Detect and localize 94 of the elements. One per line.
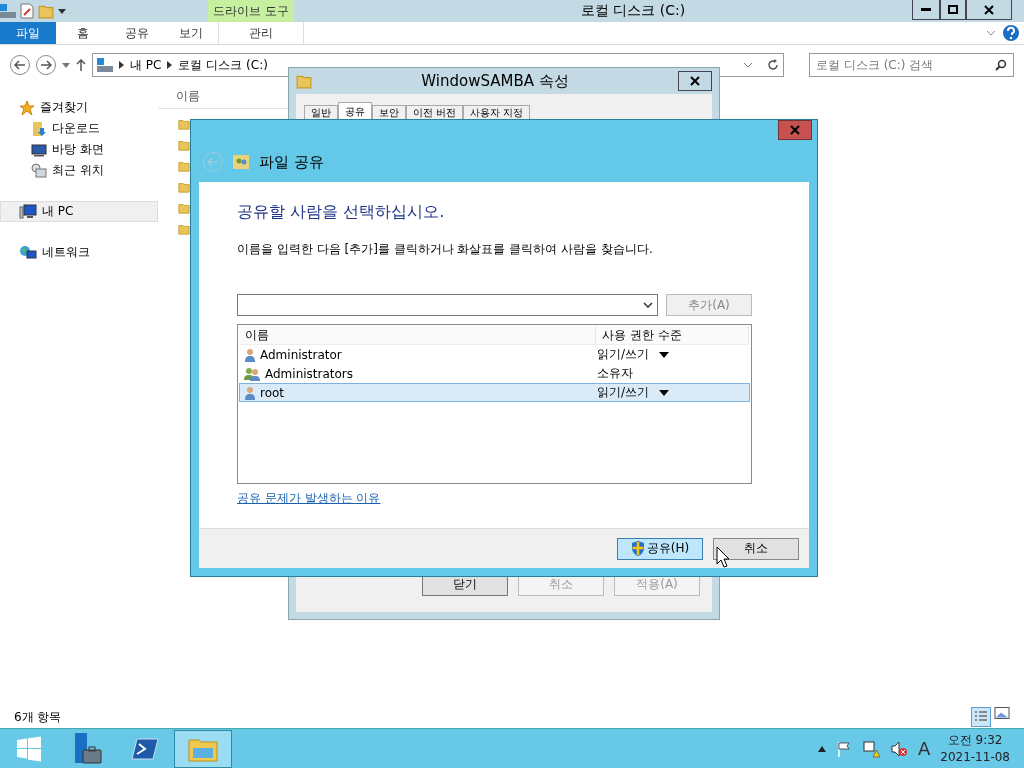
new-folder-icon (38, 3, 54, 19)
caret-down-icon (58, 7, 66, 15)
restore-icon (948, 5, 958, 14)
speaker-muted-icon (889, 739, 908, 758)
folder-icon (178, 223, 190, 235)
caret-up-icon (817, 745, 826, 752)
drive-icon (0, 3, 16, 19)
table-row[interactable]: Administrator 읽기/쓰기 (239, 345, 750, 364)
folder-icon (178, 181, 190, 193)
nav-item[interactable]: 다운로드 (0, 118, 158, 139)
mouse-cursor (716, 546, 729, 568)
flag-icon (835, 740, 852, 757)
up-arrow-icon (76, 59, 86, 71)
folder-icon (178, 118, 190, 130)
folder-icon (296, 73, 312, 89)
context-tab-group: 드라이브 도구 (208, 0, 294, 22)
forward-button[interactable] (36, 55, 56, 75)
download-folder-icon (31, 120, 47, 137)
dialog-heading: 공유할 사람을 선택하십시오. (237, 202, 446, 223)
ribbon-tab[interactable]: 파일 (0, 22, 56, 44)
nav-item[interactable]: 네트워크 (0, 242, 158, 263)
back-button[interactable] (10, 55, 30, 75)
breadcrumb-item[interactable]: 로컬 디스크 (C:) (178, 56, 268, 74)
close-icon (790, 125, 800, 135)
clock[interactable]: 오전 9:32 2021-11-08 (940, 731, 1010, 766)
permission-level: 소유자 (597, 365, 633, 382)
cancel-button[interactable]: 취소 (713, 537, 799, 560)
windows-logo-icon (16, 735, 42, 762)
drive-icon (97, 57, 113, 73)
table-row[interactable]: Administrators 소유자 (239, 364, 750, 383)
input-method-indicator[interactable]: A (917, 738, 931, 759)
dialog-title: 파일 공유 (259, 152, 324, 172)
permission-level: 읽기/쓰기 (597, 384, 650, 401)
close-icon (690, 76, 700, 86)
close-icon (984, 4, 994, 15)
status-text: 6개 항목 (14, 708, 62, 726)
ribbon-tab[interactable]: 관리 (218, 22, 304, 44)
permission-level: 읽기/쓰기 (597, 346, 650, 363)
folder-icon (178, 139, 190, 151)
computer-icon (19, 203, 37, 220)
powershell-icon (131, 736, 159, 761)
close-button[interactable] (678, 71, 712, 91)
network-warning-icon (861, 739, 880, 758)
table-row[interactable]: root 읽기/쓰기 (239, 383, 750, 402)
nav-item[interactable]: 바탕 화면 (0, 139, 158, 160)
details-view-icon (971, 707, 991, 727)
help-link[interactable]: 공유 문제가 발생하는 이유 (237, 490, 381, 507)
tab[interactable]: 공유 (338, 102, 372, 120)
search-icon (995, 59, 1007, 71)
minimize-button[interactable] (912, 0, 940, 20)
user-icon (244, 347, 256, 362)
refresh-icon (767, 59, 779, 71)
instruction-text: 이름을 입력한 다음 [추가]를 클릭하거나 화살표를 클릭하여 사람을 찾습니다. (237, 241, 654, 258)
clock-date: 2021-11-08 (940, 748, 1010, 766)
monitor-icon (31, 142, 47, 157)
nav-item[interactable]: 내 PC (0, 201, 158, 222)
recent-places-icon (31, 162, 47, 179)
user-name: root (260, 385, 285, 400)
clock-time: 오전 9:32 (947, 731, 1003, 749)
nav-item[interactable]: 최근 위치 (0, 160, 158, 181)
folder-icon (178, 202, 190, 214)
user-name: Administrator (260, 347, 342, 362)
column-header[interactable]: 사용 권한 수준 (596, 326, 749, 344)
folder-icon (178, 160, 190, 172)
name-combo-box[interactable] (237, 294, 658, 316)
help-icon (1002, 24, 1020, 42)
right-arrow-icon (40, 60, 52, 70)
user-group-icon (244, 366, 261, 381)
nav-item[interactable]: 즐겨찾기 (0, 97, 158, 118)
column-header[interactable]: 이름 (239, 326, 596, 344)
chevron-down-icon (986, 30, 996, 36)
user-icon (244, 385, 256, 400)
chevron-right-icon (167, 61, 173, 69)
close-button[interactable] (966, 0, 1012, 20)
shield-icon (630, 541, 645, 556)
chevron-down-icon (743, 62, 753, 68)
sharing-icon (233, 154, 249, 170)
caret-down-icon (62, 62, 70, 68)
taskbar-app[interactable] (174, 729, 232, 768)
network-icon (19, 244, 37, 261)
search-field[interactable]: 로컬 디스크 (C:) 검색 (809, 53, 1014, 77)
star-icon (19, 99, 35, 116)
chevron-down-icon (643, 302, 653, 308)
chevron-right-icon (119, 61, 124, 69)
minimize-icon (921, 8, 931, 11)
left-arrow-icon (14, 60, 26, 70)
large-icons-view-icon (994, 707, 1010, 719)
window-title: 로컬 디스크 (C:) (579, 1, 687, 20)
left-arrow-icon (207, 157, 219, 167)
share-button[interactable]: 공유(H) (617, 537, 703, 560)
restore-button[interactable] (940, 0, 966, 20)
user-name: Administrators (265, 366, 354, 381)
properties-icon (20, 3, 34, 19)
breadcrumb-item[interactable]: 내 PC (130, 56, 162, 74)
